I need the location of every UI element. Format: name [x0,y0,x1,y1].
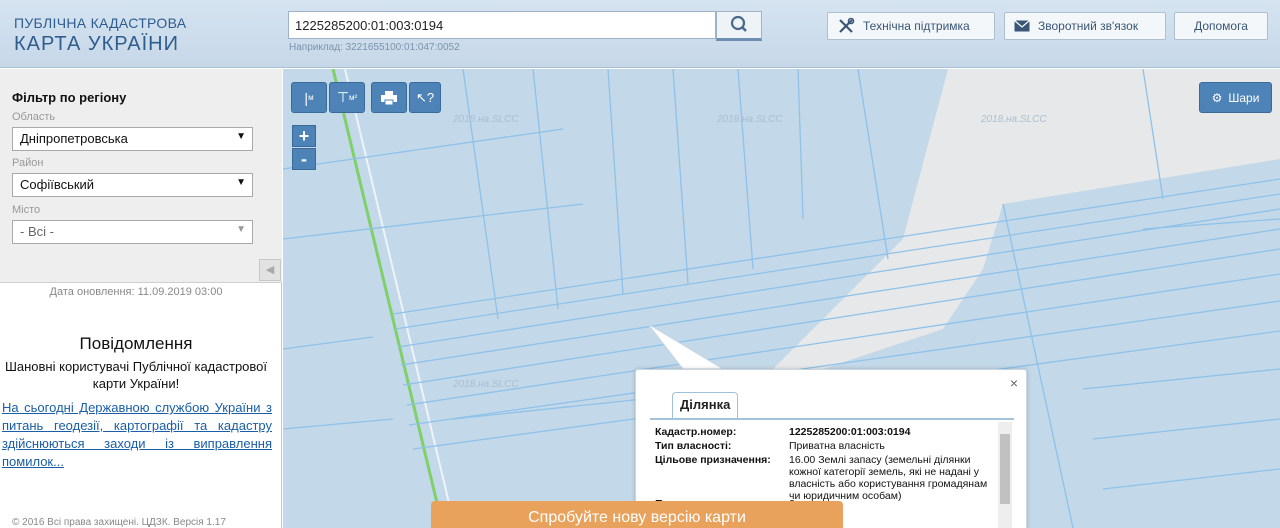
info-value: 1225285200:01:003:0194 [789,426,911,438]
cursor-question-icon: ↖? [415,89,435,105]
tools-icon [839,17,855,33]
identify-button[interactable]: ↖? [409,82,441,113]
map-canvas[interactable]: 2018.на.SLCC 2018.на.SLCC 2018.на.SLCC 2… [283,69,1280,528]
area-icon: ⊤ [336,89,350,105]
notice-title: Повідомлення [79,334,193,353]
measure-length-label: м [308,93,314,102]
notice-text: Шановні користувачі Публічної кадастрово… [4,359,268,391]
measure-area-label: м² [349,93,358,102]
layers-label: Шари [1228,90,1260,105]
city-value: - Всі - [20,224,54,239]
print-icon [381,90,397,105]
scrollbar-thumb[interactable] [1000,434,1010,504]
print-button[interactable] [371,82,407,113]
tab-parcel[interactable]: Ділянка [672,392,739,418]
region-filter: Фільтр по регіону Область Дніпропетровсь… [0,69,282,283]
dropdown-arrow-icon: ▼ [236,131,246,142]
zoom-out-button[interactable]: - [292,148,316,170]
city-select[interactable]: - Всі - ▼ [12,220,253,244]
region-label: Область [12,111,56,123]
measure-length-button[interactable]: | м [291,82,327,113]
zoom-in-button[interactable]: + [292,125,316,147]
city-label: Місто [12,204,41,216]
info-key: Цільове призначення: [655,454,771,466]
envelope-icon [1014,20,1030,32]
search-icon [730,15,747,32]
logo-top: ПУБЛІЧНА КАДАСТРОВА [14,15,187,31]
district-value: Софіївський [20,177,95,192]
map-watermark: 2018.на.SLCC [980,114,1047,125]
region-select[interactable]: Дніпропетровська ▼ [12,127,253,151]
logo-title: КАРТА УКРАЇНИ [14,33,179,55]
popup-scrollbar[interactable] [998,422,1012,528]
region-value: Дніпропетровська [20,131,128,146]
header: ПУБЛІЧНА КАДАСТРОВА КАРТА УКРАЇНИ Наприк… [0,0,1280,68]
layers-button[interactable]: ⚙ Шари [1199,82,1272,113]
search-input[interactable] [288,11,716,39]
map-watermark: 2018.на.SLCC [452,379,519,390]
feedback-button[interactable]: Зворотний зв'язок [1004,12,1166,40]
filter-title: Фільтр по регіону [12,90,127,105]
help-label: Допомога [1194,19,1248,33]
dropdown-arrow-icon: ▼ [236,224,246,235]
tech-support-label: Технічна підтримка [863,19,970,33]
notice-link[interactable]: На сьогодні Державною службою України з … [2,399,272,471]
collapse-sidebar-button[interactable]: ◀ [259,259,281,281]
map-watermark: 2018.на.SLCC [716,114,783,125]
info-value: 16.00 Землі запасу (земельні ділянки кож… [789,454,988,502]
info-value: Приватна власність [789,440,885,452]
new-version-banner[interactable]: Спробуйте нову версію карти [431,501,843,528]
tech-support-button[interactable]: Технічна підтримка [827,12,995,40]
info-key: Кадастр.номер: [655,426,737,438]
update-date: Дата оновлення: 11.09.2019 03:00 [49,286,223,298]
district-select[interactable]: Софіївський ▼ [12,173,253,197]
feedback-label: Зворотний зв'язок [1038,19,1139,33]
sidebar: Фільтр по регіону Область Дніпропетровсь… [0,69,282,528]
gear-icon: ⚙ [1211,90,1223,105]
search-hint: Наприклад: 3221655100:01:047:0052 [289,42,460,53]
measure-area-button[interactable]: ⊤ м² [329,82,365,113]
district-label: Район [12,157,44,169]
info-key: Тип власності: [655,440,732,452]
help-button[interactable]: Допомога [1174,12,1268,40]
dropdown-arrow-icon: ▼ [236,177,246,188]
copyright: © 2016 Всі права захищені. ЦДЗК. Версія … [12,517,226,528]
map-watermark: 2018.на.SLCC [452,114,519,125]
close-icon[interactable]: × [1010,375,1018,391]
search-button[interactable] [716,11,762,41]
